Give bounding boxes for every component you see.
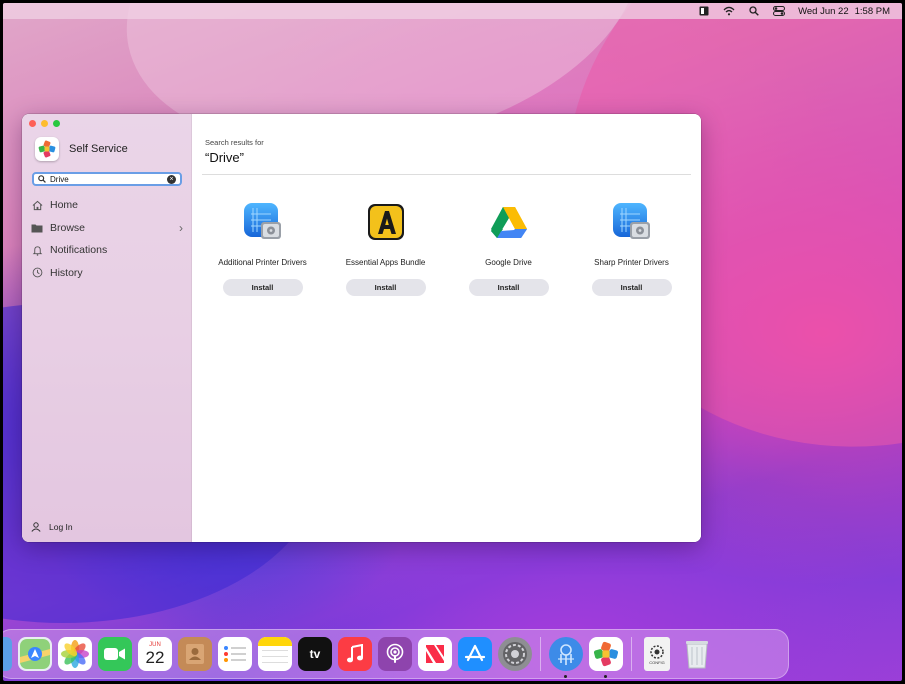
calendar-icon[interactable]: JUN 22 xyxy=(138,637,172,671)
sidebar-item-label: Notifications xyxy=(50,244,108,257)
window-controls xyxy=(29,120,60,127)
sidebar-item-notifications[interactable]: Notifications xyxy=(31,239,183,262)
login-label: Log In xyxy=(49,522,73,532)
login-button[interactable]: Log In xyxy=(31,522,73,532)
results-query: “Drive” xyxy=(205,150,244,165)
install-button[interactable]: Install xyxy=(222,279,303,296)
clock-icon xyxy=(31,267,43,279)
result-name: Google Drive xyxy=(485,258,532,267)
main-content: Search results for “Drive” Additional Pr… xyxy=(192,114,701,542)
sidebar-item-label: Browse xyxy=(50,221,86,234)
menu-date: Wed Jun 22 xyxy=(798,5,849,17)
self-service-window: Self Service × Home Browse xyxy=(22,114,701,542)
menu-bar: Wed Jun 22 1:58 PM xyxy=(3,3,902,19)
news-icon[interactable] xyxy=(418,637,452,671)
disk-utility-icon xyxy=(611,201,653,243)
results-grid: Additional Printer Drivers Install Essen… xyxy=(192,201,701,296)
apple-tv-label: tv xyxy=(309,647,321,661)
divider xyxy=(202,174,691,175)
results-label: Search results for xyxy=(205,138,264,147)
disk-utility-icon xyxy=(242,201,284,243)
sidebar-item-label: History xyxy=(50,266,83,279)
result-card-essential-apps-bundle[interactable]: Essential Apps Bundle Install xyxy=(324,201,447,296)
finder-status-icon[interactable] xyxy=(698,5,710,17)
notes-icon[interactable] xyxy=(258,637,292,671)
sidebar-item-history[interactable]: History xyxy=(31,262,183,285)
minimize-window-button[interactable] xyxy=(41,120,48,127)
sidebar-nav: Home Browse › Notifications History xyxy=(31,194,183,284)
self-service-logo-icon xyxy=(35,137,59,161)
desktop: Wed Jun 22 1:58 PM Self Service Drive × … xyxy=(3,3,902,681)
config-file-icon[interactable]: CONFIG xyxy=(644,637,670,671)
result-card-sharp-printer-drivers[interactable]: Sharp Printer Drivers Install xyxy=(570,201,693,296)
app-title: Self Service xyxy=(69,143,128,155)
sidebar-item-browse[interactable]: Browse › xyxy=(31,217,183,240)
reminders-icon[interactable] xyxy=(218,637,252,671)
menu-time: 1:58 PM xyxy=(854,5,890,17)
bell-icon xyxy=(31,244,43,256)
install-button[interactable]: Install xyxy=(468,279,549,296)
chevron-right-icon: › xyxy=(179,220,183,235)
search-icon[interactable] xyxy=(748,5,760,17)
result-card-additional-printer-drivers[interactable]: Additional Printer Drivers Install xyxy=(201,201,324,296)
self-service-icon[interactable] xyxy=(589,637,623,678)
google-drive-icon xyxy=(488,201,530,243)
mail-icon[interactable] xyxy=(3,637,12,671)
clear-search-icon[interactable]: × xyxy=(167,174,176,184)
control-center-icon[interactable] xyxy=(773,5,786,17)
wifi-icon[interactable] xyxy=(723,5,735,17)
result-name: Additional Printer Drivers xyxy=(218,258,307,267)
search-icon xyxy=(38,175,46,183)
app-store-icon[interactable] xyxy=(458,637,492,671)
system-preferences-icon[interactable] xyxy=(498,637,532,671)
trash-icon[interactable] xyxy=(680,637,714,671)
podcasts-icon[interactable] xyxy=(378,637,412,671)
music-icon[interactable] xyxy=(338,637,372,671)
close-window-button[interactable] xyxy=(29,120,36,127)
home-icon xyxy=(31,199,43,211)
essential-apps-icon xyxy=(365,201,407,243)
contacts-icon[interactable] xyxy=(178,637,212,671)
dock-separator xyxy=(631,637,632,671)
folder-icon xyxy=(31,222,43,234)
sidebar-item-home[interactable]: Home xyxy=(31,194,183,217)
sidebar: Self Service × Home Browse xyxy=(22,114,192,542)
facetime-icon[interactable] xyxy=(98,637,132,671)
install-button[interactable]: Install xyxy=(591,279,672,296)
search-input[interactable] xyxy=(50,174,160,184)
photos-icon[interactable] xyxy=(58,637,92,671)
running-indicator xyxy=(604,675,607,678)
dock-separator xyxy=(540,637,541,671)
sidebar-item-label: Home xyxy=(50,199,79,212)
jamf-connect-icon[interactable] xyxy=(549,637,583,678)
zoom-window-button[interactable] xyxy=(53,120,60,127)
search-field[interactable]: × xyxy=(32,172,182,186)
result-name: Sharp Printer Drivers xyxy=(594,258,669,267)
maps-icon[interactable] xyxy=(18,637,52,671)
apple-tv-icon[interactable]: tv xyxy=(298,637,332,671)
user-icon xyxy=(31,522,41,532)
calendar-day: 22 xyxy=(145,648,165,667)
menu-clock[interactable]: Wed Jun 22 1:58 PM xyxy=(798,6,890,17)
install-button[interactable]: Install xyxy=(345,279,426,296)
result-card-google-drive[interactable]: Google Drive Install xyxy=(447,201,570,296)
result-name: Essential Apps Bundle xyxy=(345,258,426,267)
app-header: Self Service xyxy=(35,137,128,161)
dock: JUN 22 tv CONFIG xyxy=(3,629,789,679)
config-label: CONFIG xyxy=(649,659,665,665)
running-indicator xyxy=(564,675,567,678)
